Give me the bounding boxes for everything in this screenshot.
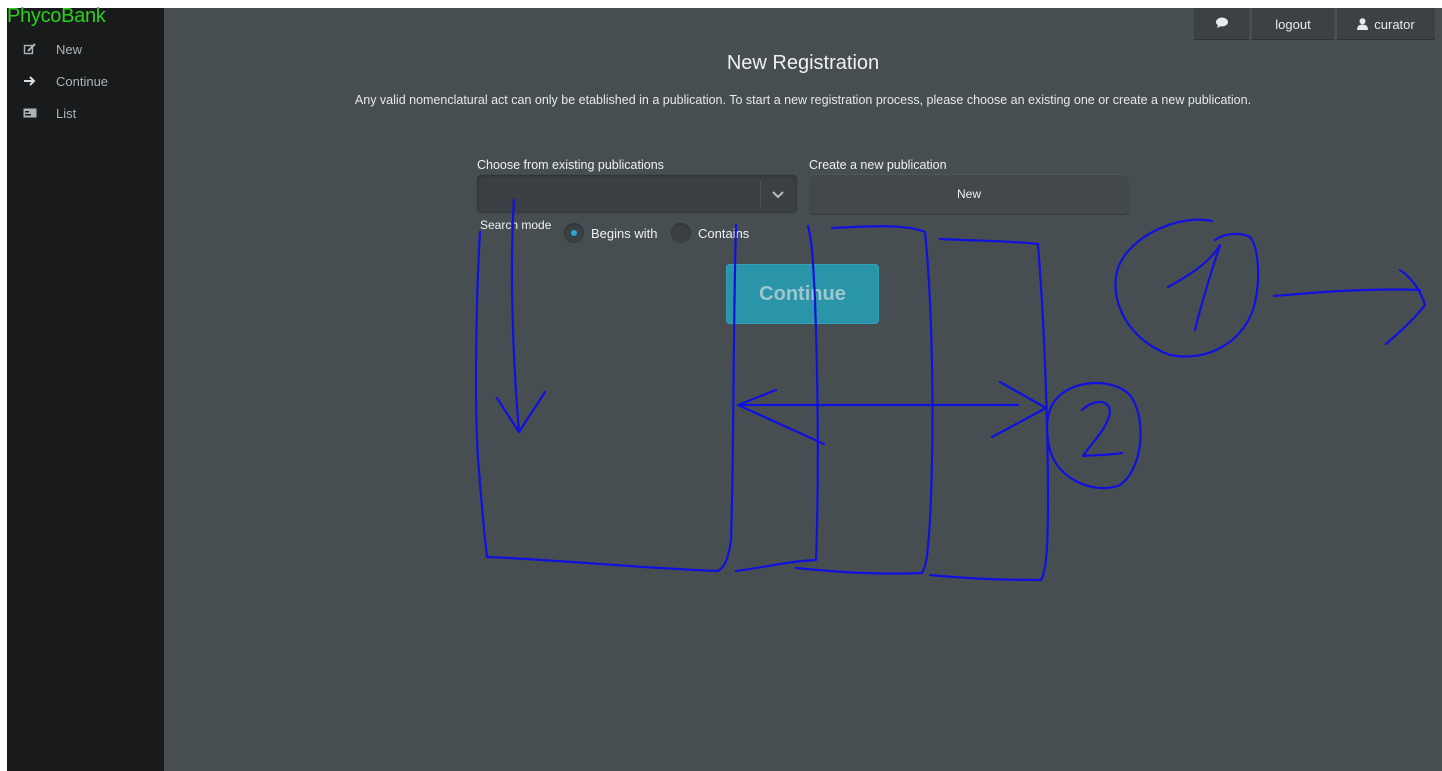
edit-icon bbox=[23, 42, 37, 56]
app-window: PhycoBank New Continue List logout curat… bbox=[7, 5, 1442, 771]
continue-button[interactable]: Continue bbox=[726, 264, 879, 324]
create-publication-label: Create a new publication bbox=[809, 158, 947, 172]
sidebar-item-label: List bbox=[56, 105, 77, 121]
logout-button[interactable]: logout bbox=[1252, 8, 1334, 40]
sidebar-item-list[interactable]: List bbox=[23, 102, 161, 124]
brand-logo[interactable]: PhycoBank bbox=[7, 5, 106, 28]
sidebar-item-label: New bbox=[56, 41, 83, 57]
chevron-down-icon[interactable] bbox=[769, 185, 787, 203]
chat-button[interactable] bbox=[1194, 8, 1249, 40]
radio-contains-label[interactable]: Contains bbox=[698, 226, 749, 241]
sidebar-item-continue[interactable]: Continue bbox=[23, 70, 161, 92]
search-mode-label: Search mode bbox=[480, 218, 552, 232]
user-icon bbox=[1357, 18, 1369, 30]
sidebar-item-label: Continue bbox=[56, 73, 109, 89]
choose-publication-label: Choose from existing publications bbox=[477, 158, 664, 172]
page-subtitle: Any valid nomenclatural act can only be … bbox=[354, 93, 1252, 107]
sidebar: PhycoBank New Continue List bbox=[7, 5, 164, 771]
user-menu-button[interactable]: curator bbox=[1337, 8, 1435, 40]
page-title: New Registration bbox=[726, 52, 880, 74]
user-label: curator bbox=[1374, 16, 1415, 32]
list-card-icon bbox=[23, 106, 37, 120]
radio-contains[interactable] bbox=[671, 223, 691, 243]
publication-select[interactable] bbox=[477, 175, 797, 213]
sidebar-item-new[interactable]: New bbox=[23, 38, 161, 60]
chat-bubble-icon bbox=[1215, 17, 1229, 32]
new-publication-button[interactable]: New bbox=[809, 174, 1129, 214]
combo-divider bbox=[760, 181, 761, 207]
logout-label: logout bbox=[1275, 16, 1311, 32]
radio-begins-with-label[interactable]: Begins with bbox=[591, 226, 657, 241]
radio-begins-with[interactable] bbox=[564, 223, 584, 243]
arrow-right-icon bbox=[23, 74, 37, 88]
